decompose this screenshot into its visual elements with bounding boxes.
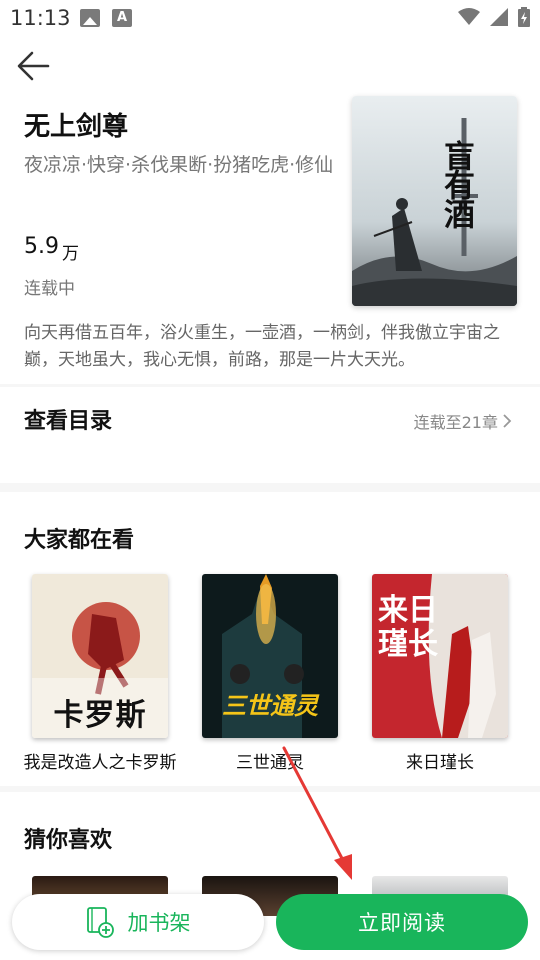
book-cover-title: 盲有酒	[438, 140, 474, 227]
popular-title: 大家都在看	[24, 528, 135, 553]
read-now-button[interactable]: 立即阅读	[276, 894, 528, 950]
bottom-action-bar: 加书架 立即阅读	[0, 886, 540, 960]
status-time: 11:13	[10, 6, 71, 30]
serial-status: 连载中	[24, 279, 75, 299]
book-description: 向天再借五百年，浴火重生，一壶酒，一柄剑，伴我傲立宇宙之巅，天地虽大，我心无惧，…	[24, 323, 500, 370]
read-now-label: 立即阅读	[358, 911, 446, 935]
book-info-card: 无上剑尊 夜凉凉·快穿·杀伐果断·扮猪吃虎·修仙 5.9 万 连载中 盲有酒 向…	[0, 94, 540, 384]
add-bookshelf-icon	[86, 907, 114, 938]
popular-section: 大家都在看 卡罗斯 我是改造人之卡罗斯 三世通灵 三世通灵 来日瑾长 来日瑾长	[0, 492, 540, 786]
popular-book-name: 来日瑾长	[406, 753, 474, 773]
book-cover: 三世通灵	[202, 574, 338, 738]
battery-icon	[518, 7, 530, 27]
toc-row[interactable]: 查看目录 连载至21章	[0, 387, 540, 483]
guess-title: 猜你喜欢	[24, 828, 113, 853]
add-to-shelf-button[interactable]: 加书架	[12, 894, 264, 950]
a-icon: A	[112, 9, 132, 27]
book-cover-title: 来日瑾长	[378, 593, 438, 662]
arrow-left-icon	[17, 51, 50, 81]
book-cover: 卡罗斯	[32, 574, 168, 738]
wifi-icon	[458, 8, 480, 25]
word-count: 5.9	[24, 234, 59, 259]
book-cover[interactable]: 盲有酒	[352, 96, 517, 306]
popular-book-name: 我是改造人之卡罗斯	[23, 753, 177, 773]
image-icon	[80, 9, 100, 27]
word-count-unit: 万	[62, 244, 79, 264]
book-meta: 夜凉凉·快穿·杀伐果断·扮猪吃虎·修仙	[24, 154, 334, 176]
app-header	[0, 38, 540, 94]
chevron-right-icon	[503, 414, 512, 428]
popular-book-name: 三世通灵	[236, 753, 304, 773]
book-cover: 来日瑾长	[372, 574, 508, 738]
toc-title: 查看目录	[24, 409, 113, 434]
book-cover-title: 卡罗斯	[53, 698, 147, 733]
add-to-shelf-label: 加书架	[127, 911, 191, 935]
back-button[interactable]	[14, 48, 54, 84]
book-cover-title: 三世通灵	[222, 691, 318, 720]
book-title: 无上剑尊	[24, 112, 129, 142]
toc-latest-chapter: 连载至21章	[413, 413, 498, 432]
signal-icon	[490, 8, 508, 26]
status-bar: 11:13 A	[0, 0, 540, 38]
